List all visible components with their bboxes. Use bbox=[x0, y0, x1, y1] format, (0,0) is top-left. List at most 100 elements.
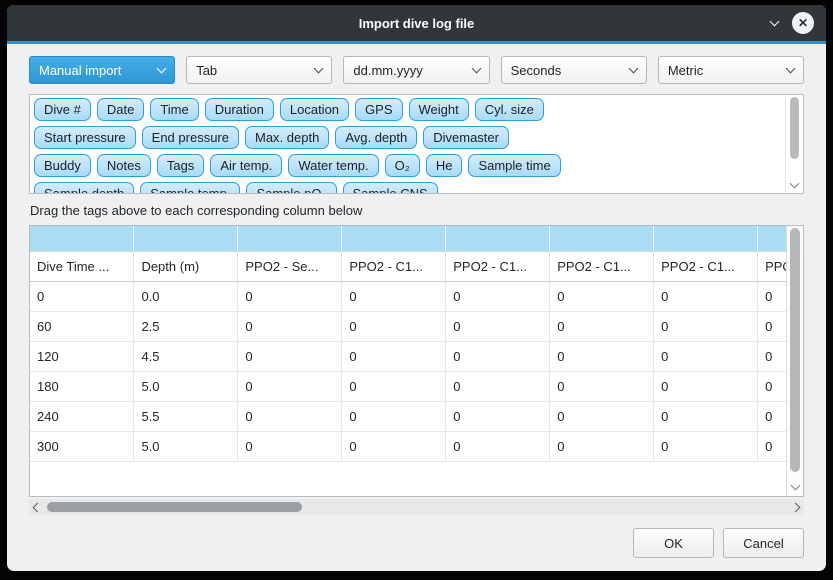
combobox-field-separator[interactable]: Tab bbox=[186, 56, 332, 84]
table-cell: 0 bbox=[238, 281, 342, 311]
table-cell: 0 bbox=[446, 311, 550, 341]
table-cell: 0 bbox=[30, 281, 134, 311]
table-horizontal-scrollbar[interactable] bbox=[29, 499, 804, 515]
tag-dive[interactable]: Dive # bbox=[34, 98, 91, 121]
combobox-duration-format[interactable]: Seconds bbox=[501, 56, 647, 84]
table-row: 3005.0000000 bbox=[30, 431, 786, 461]
table-viewport: Dive Time ...Depth (m)PPO2 - Se...PPO2 -… bbox=[30, 226, 786, 496]
tag-max-depth[interactable]: Max. depth bbox=[245, 126, 329, 149]
combo-row: Manual import Tab dd.mm.yyyy Seconds Metric bbox=[29, 56, 804, 84]
tag-weight[interactable]: Weight bbox=[409, 98, 469, 121]
table-cell: 5.0 bbox=[134, 371, 238, 401]
tag-sample-po[interactable]: Sample pO₂ bbox=[246, 182, 336, 194]
table-vertical-scrollbar[interactable] bbox=[786, 226, 803, 496]
column-drop-target[interactable] bbox=[238, 226, 342, 251]
column-drop-target[interactable] bbox=[30, 226, 134, 251]
table-cell: 0 bbox=[238, 341, 342, 371]
table-cell: 0 bbox=[758, 281, 786, 311]
scroll-down-arrow-icon[interactable] bbox=[791, 481, 801, 491]
table-cell: 4.5 bbox=[134, 341, 238, 371]
table-cell: 0 bbox=[238, 431, 342, 461]
tag-gps[interactable]: GPS bbox=[355, 98, 402, 121]
dialog-body: Manual importTabdd.mm.yyyySecondsMetric … bbox=[7, 44, 826, 571]
tag-he[interactable]: He bbox=[426, 154, 463, 177]
scroll-right-arrow-icon[interactable] bbox=[791, 503, 801, 513]
tag-sample-temp[interactable]: Sample temp. bbox=[140, 182, 240, 194]
chevron-down-icon bbox=[314, 64, 324, 74]
tag-avg-depth[interactable]: Avg. depth bbox=[335, 126, 417, 149]
table-cell: 0 bbox=[758, 311, 786, 341]
column-drop-target[interactable] bbox=[342, 226, 446, 251]
table-cell: 0 bbox=[342, 431, 446, 461]
table-cell: 5.0 bbox=[134, 431, 238, 461]
column-drop-target[interactable] bbox=[446, 226, 550, 251]
tag-o[interactable]: O₂ bbox=[385, 154, 420, 177]
cancel-button[interactable]: Cancel bbox=[723, 528, 804, 558]
tag-notes[interactable]: Notes bbox=[97, 154, 151, 177]
table-cell: 0 bbox=[342, 341, 446, 371]
table-cell: 0 bbox=[446, 341, 550, 371]
table-row: 00.0000000 bbox=[30, 281, 786, 311]
table-cell: 0 bbox=[550, 281, 654, 311]
tag-tags[interactable]: Tags bbox=[157, 154, 204, 177]
column-header: Depth (m) bbox=[134, 251, 238, 281]
column-drop-target[interactable] bbox=[550, 226, 654, 251]
drag-instruction-text: Drag the tags above to each correspondin… bbox=[30, 203, 803, 218]
scrollbar-thumb[interactable] bbox=[47, 502, 302, 512]
close-window-button[interactable]: ✕ bbox=[792, 12, 814, 34]
tag-air-temp[interactable]: Air temp. bbox=[210, 154, 282, 177]
tag-sample-cns[interactable]: Sample CNS bbox=[343, 182, 438, 194]
scroll-left-arrow-icon[interactable] bbox=[33, 503, 43, 513]
tag-date[interactable]: Date bbox=[97, 98, 144, 121]
dialog-button-row: OK Cancel bbox=[29, 528, 804, 558]
table-cell: 0 bbox=[654, 371, 758, 401]
column-header: PPO2 - C1... bbox=[758, 251, 786, 281]
combobox-date-format[interactable]: dd.mm.yyyy bbox=[343, 56, 489, 84]
table-cell: 0 bbox=[446, 401, 550, 431]
table-cell: 0 bbox=[238, 401, 342, 431]
combobox-value: Metric bbox=[668, 63, 787, 78]
table-row: 1805.0000000 bbox=[30, 371, 786, 401]
table-cell: 0 bbox=[446, 281, 550, 311]
ok-button[interactable]: OK bbox=[633, 528, 714, 558]
table-cell: 0 bbox=[446, 371, 550, 401]
column-header: PPO2 - C1... bbox=[654, 251, 758, 281]
shade-window-chevron-down-icon[interactable] bbox=[770, 17, 780, 27]
table-cell: 0 bbox=[758, 371, 786, 401]
tag-sample-time[interactable]: Sample time bbox=[468, 154, 560, 177]
tag-area-scrollbar[interactable] bbox=[785, 95, 803, 193]
column-drop-target[interactable] bbox=[758, 226, 786, 251]
combobox-import-mode[interactable]: Manual import bbox=[29, 56, 175, 84]
scrollbar-thumb[interactable] bbox=[790, 97, 799, 159]
table-cell: 0 bbox=[342, 281, 446, 311]
table-cell: 2.5 bbox=[134, 311, 238, 341]
titlebar[interactable]: Import dive log file ✕ bbox=[7, 5, 826, 41]
table-cell: 0 bbox=[550, 401, 654, 431]
column-drop-target[interactable] bbox=[654, 226, 758, 251]
tag-end-pressure[interactable]: End pressure bbox=[142, 126, 239, 149]
tag-time[interactable]: Time bbox=[150, 98, 198, 121]
table-cell: 0 bbox=[758, 341, 786, 371]
column-header: PPO2 - Se... bbox=[238, 251, 342, 281]
tag-divemaster[interactable]: Divemaster bbox=[423, 126, 509, 149]
tag-sample-depth[interactable]: Sample depth bbox=[34, 182, 134, 194]
header-row: Dive Time ...Depth (m)PPO2 - Se...PPO2 -… bbox=[30, 251, 786, 281]
chevron-down-icon bbox=[786, 64, 796, 74]
combobox-value: dd.mm.yyyy bbox=[353, 63, 472, 78]
scroll-down-arrow-icon[interactable] bbox=[790, 179, 800, 189]
table-cell: 60 bbox=[30, 311, 134, 341]
column-drop-target[interactable] bbox=[134, 226, 238, 251]
tag-water-temp[interactable]: Water temp. bbox=[288, 154, 378, 177]
tag-buddy[interactable]: Buddy bbox=[34, 154, 91, 177]
table-cell: 0 bbox=[550, 311, 654, 341]
table-cell: 0 bbox=[654, 281, 758, 311]
scrollbar-thumb[interactable] bbox=[790, 228, 800, 472]
tag-cyl-size[interactable]: Cyl. size bbox=[475, 98, 544, 121]
tag-list: Dive # Date Time Duration Location GPS Weight C… bbox=[34, 98, 781, 194]
combobox-value: Tab bbox=[196, 63, 315, 78]
table-cell: 0 bbox=[654, 401, 758, 431]
combobox-units[interactable]: Metric bbox=[658, 56, 804, 84]
tag-start-pressure[interactable]: Start pressure bbox=[34, 126, 136, 149]
tag-duration[interactable]: Duration bbox=[205, 98, 274, 121]
tag-location[interactable]: Location bbox=[280, 98, 349, 121]
